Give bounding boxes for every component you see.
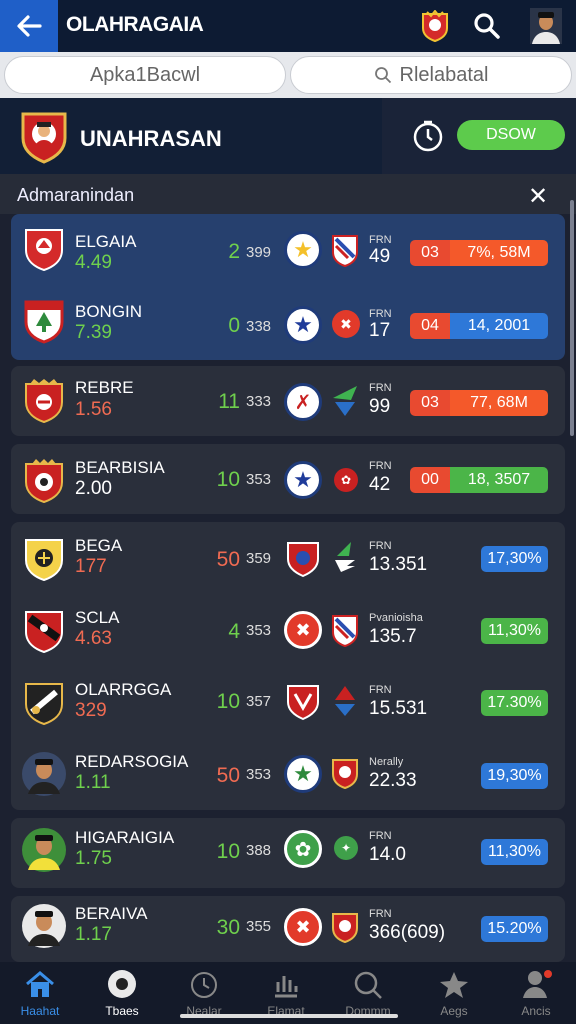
team-crest-icon — [332, 913, 358, 944]
nav-aegs[interactable]: Aegs — [414, 962, 494, 1024]
odds-pill[interactable]: 00 18, 3507 — [410, 467, 548, 493]
flag-crest-icon — [332, 615, 358, 648]
close-icon[interactable]: ✕ — [528, 182, 548, 211]
team-crest-icon — [25, 683, 63, 726]
team-crest-icon — [25, 611, 63, 654]
flower-badge-icon: ✿ — [334, 468, 358, 492]
star-badge-icon: ★ — [284, 755, 322, 793]
player-avatar — [22, 828, 66, 872]
team-crest-icon — [25, 459, 63, 504]
team-crest-icon — [24, 300, 64, 344]
header-title: UNAHRASAN — [80, 126, 222, 151]
odds-pill[interactable]: 04 14, 2001 — [410, 313, 548, 339]
percent-badge[interactable]: 17.30% — [481, 690, 548, 716]
match-row[interactable]: HIGARAIGIA 1.75 10 388 ✿ ✦ FRN 14.0 11,3… — [0, 818, 576, 890]
back-button[interactable] — [0, 0, 58, 52]
search-icon — [374, 67, 391, 84]
player-avatar — [22, 752, 66, 796]
tab-row: Apka1Bacwl Rlelabatal — [0, 52, 576, 98]
section-header: Admaranindan ✕ — [0, 174, 576, 214]
app-title: OLAHRAGAIA — [66, 13, 204, 36]
ball-icon — [108, 970, 136, 998]
star-badge-icon: ★ — [284, 306, 322, 344]
search-icon[interactable] — [469, 8, 505, 44]
player-badge-icon: ✖ — [284, 908, 322, 946]
percent-badge[interactable]: 11,30% — [481, 618, 548, 644]
team-crest-icon — [21, 112, 67, 164]
leaf-badge-icon: ✦ — [334, 836, 358, 860]
user-avatar[interactable] — [528, 8, 564, 44]
arrow-crest-icon — [335, 542, 355, 572]
star-icon — [440, 972, 468, 998]
player-badge-icon: ✖ — [332, 310, 360, 338]
home-icon — [26, 971, 54, 997]
arrow-crest-icon — [335, 686, 355, 716]
dsow-button[interactable]: DSOW — [457, 120, 565, 150]
player-badge-icon: ✖ — [284, 611, 322, 649]
arrow-crest-icon — [333, 386, 357, 416]
tab-apka[interactable]: Apka1Bacwl — [4, 56, 286, 94]
match-row[interactable]: OLARRGGA 329 10 357 FRN 15.531 17.30% — [0, 666, 576, 738]
percent-badge[interactable]: 19,30% — [481, 763, 548, 789]
match-row[interactable]: ELGAIA 4.49 2 399 ★ FRN 49 03 7%, 58M — [0, 214, 576, 286]
nav-teams[interactable]: Tbaes — [82, 962, 162, 1024]
nav-home[interactable]: Haahat — [0, 962, 80, 1024]
search-icon — [354, 971, 382, 999]
odds-pill[interactable]: 03 77, 68M — [410, 390, 548, 416]
team-header: UNAHRASAN DSOW — [0, 98, 576, 174]
team-crest-icon — [332, 759, 358, 790]
team-crest-icon — [25, 539, 63, 582]
star-badge-icon: ★ — [284, 231, 322, 269]
match-row[interactable]: REBRE 1.56 11 333 ✗ FRN 99 03 77, 68M — [0, 366, 576, 438]
percent-badge[interactable]: 15.20% — [481, 916, 548, 942]
kick-badge-icon: ✗ — [284, 383, 322, 421]
odds-pill[interactable]: 03 7%, 58M — [410, 240, 548, 266]
clock-icon — [191, 972, 217, 998]
match-row[interactable]: BEGA 177 50 359 FRN 13.351 17,30% — [0, 522, 576, 594]
match-row[interactable]: BERAIVA 1.17 30 355 ✖ FRN 366(609) 15.20… — [0, 896, 576, 968]
match-row[interactable]: BONGIN 7.39 0 338 ★ ✖ FRN 17 04 14, 2001 — [0, 286, 576, 358]
profile-icon — [523, 970, 552, 998]
tab-search-rlelabatal[interactable]: Rlelabatal — [290, 56, 572, 94]
club-crest-icon[interactable] — [417, 8, 453, 44]
clover-badge-icon: ✿ — [284, 830, 322, 868]
match-row[interactable]: BEARBISIA 2.00 10 353 ★ ✿ FRN 42 00 18, 3… — [0, 444, 576, 516]
back-arrow-icon — [17, 15, 42, 37]
nav-ancis[interactable]: Ancis — [496, 962, 576, 1024]
player-avatar — [22, 904, 66, 948]
match-row[interactable]: SCLA 4.63 4 353 ✖ Pvanioisha 135.7 11,30… — [0, 594, 576, 666]
percent-badge[interactable]: 11,30% — [481, 839, 548, 865]
team-crest-icon — [25, 379, 63, 424]
team-crest-icon — [287, 685, 319, 721]
section-title: Admaranindan — [17, 185, 135, 205]
timer-icon[interactable] — [412, 120, 444, 152]
percent-badge[interactable]: 17,30% — [481, 546, 548, 572]
team-crest-icon — [287, 542, 319, 578]
top-bar: OLAHRAGAIA — [0, 0, 576, 52]
chart-icon — [275, 976, 298, 998]
scrollbar[interactable] — [570, 200, 574, 436]
star-badge-icon: ★ — [284, 461, 322, 499]
match-row[interactable]: REDARSOGIA 1.11 50 353 ★ Nerally 22.33 1… — [0, 738, 576, 810]
home-indicator[interactable] — [180, 1014, 398, 1018]
team-crest-icon — [25, 229, 63, 272]
flag-crest-icon — [332, 235, 358, 268]
